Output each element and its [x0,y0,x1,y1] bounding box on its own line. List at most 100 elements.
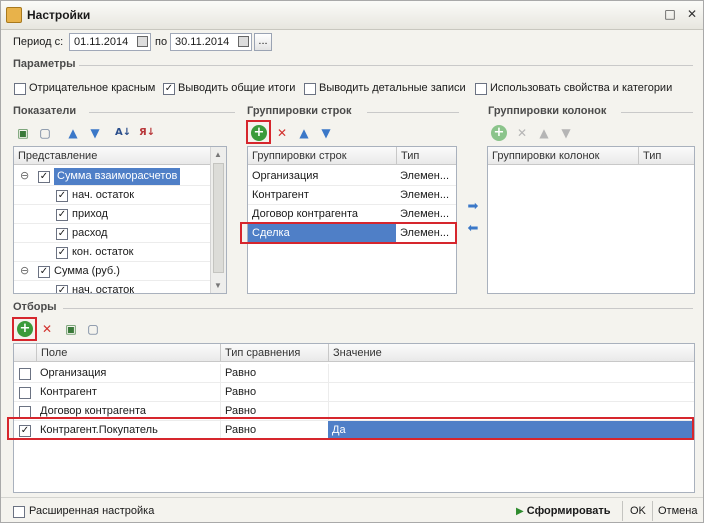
highlight-frame [7,417,694,440]
row-checkbox[interactable]: ✓ [56,209,68,221]
period-from-label: Период с: [13,36,64,48]
uncheck-all-icon[interactable]: ▢ [37,125,53,141]
uncheck-all-icon[interactable]: ▢ [85,321,101,337]
group-name-cell: Организация [252,170,319,182]
tree-item-label: нач. остаток [72,284,135,294]
table-row[interactable]: Организация Равно [14,364,694,383]
tree-row[interactable]: ✓ расход [14,224,210,243]
scroll-up-icon[interactable]: ▲ [214,150,222,159]
title-bar: Настройки □ ✕ [1,1,703,30]
scrollbar[interactable]: ▲ ▼ [210,147,226,293]
column-header: Тип [396,147,456,165]
table-row[interactable]: Контрагент Элемен... [248,186,456,205]
add-col-group-icon[interactable]: + [491,125,507,141]
move-down-icon[interactable]: ▼ [318,125,334,141]
sort-ascending-icon[interactable]: А↓ [115,125,131,141]
column-header: Группировки колонок [488,147,638,165]
generate-button[interactable]: ▶ Сформировать [516,503,611,519]
filter-use-checkbox[interactable] [19,368,31,380]
move-down-icon[interactable]: ▼ [87,125,103,141]
scroll-thumb[interactable] [213,163,224,273]
column-header: Значение [328,344,694,362]
use-properties-checkbox[interactable] [475,83,487,95]
row-checkbox[interactable]: ✓ [38,266,50,278]
advanced-settings-checkbox[interactable] [13,506,25,518]
sort-descending-icon[interactable]: Я↓ [139,125,155,141]
tree-row[interactable]: ⊖ ✓ Сумма взаиморасчетов [14,167,210,186]
check-all-icon[interactable]: ▣ [15,125,31,141]
col-groups-table: Группировки колонок Тип [487,146,695,294]
calendar-icon[interactable] [137,36,148,47]
group-name-cell: Контрагент [252,189,309,201]
divider [622,501,623,521]
tree-row[interactable]: ✓ нач. остаток [14,281,210,294]
tree-row[interactable]: ✓ кон. остаток [14,243,210,262]
row-checkbox[interactable]: ✓ [56,285,68,293]
cancel-button[interactable]: Отмена [658,505,697,517]
close-window-button[interactable]: ✕ [685,7,699,21]
filter-compare-cell[interactable]: Равно [220,383,328,402]
move-right-icon[interactable]: ➡ [465,199,481,215]
divider [89,112,235,113]
row-groups-table: Группировки строк Тип Организация Элемен… [247,146,457,294]
move-down-icon[interactable]: ▼ [558,125,574,141]
tree-row[interactable]: ✓ приход [14,205,210,224]
period-select-button[interactable]: ... [254,33,272,51]
show-details-checkbox[interactable] [304,83,316,95]
show-details-label: Выводить детальные записи [319,82,466,94]
column-header: Поле [36,344,220,362]
period-from-value: 01.11.2014 [74,36,129,48]
table-row[interactable]: Контрагент Равно [14,383,694,402]
tree-item-label: расход [72,227,108,239]
check-all-icon[interactable]: ▣ [63,321,79,337]
params-section-title: Параметры [13,58,76,70]
app-icon [6,7,22,23]
indicators-tree: Представление ▲ ▼ ⊖ ✓ Сумма взаиморасчет… [13,146,227,294]
filter-value-cell[interactable] [328,364,694,383]
ok-button[interactable]: OK [630,505,646,517]
delete-icon[interactable]: ✕ [39,321,55,337]
move-left-icon[interactable]: ⬅ [465,221,481,237]
divider [79,65,693,66]
delete-icon[interactable]: ✕ [514,125,530,141]
move-up-icon[interactable]: ▲ [65,125,81,141]
row-checkbox[interactable]: ✓ [56,247,68,259]
divider [367,112,459,113]
period-to-label: по [155,36,168,48]
period-from-field[interactable]: 01.11.2014 [69,33,151,51]
highlight-frame [240,222,457,244]
filters-section-title: Отборы [13,301,57,313]
row-checkbox[interactable]: ✓ [56,228,68,240]
tree-row[interactable]: ✓ нач. остаток [14,186,210,205]
divider [652,501,653,521]
play-icon: ▶ [516,506,524,517]
move-up-icon[interactable]: ▲ [296,125,312,141]
move-up-icon[interactable]: ▲ [536,125,552,141]
pin-window-button[interactable]: □ [663,7,677,21]
period-to-field[interactable]: 30.11.2014 [170,33,252,51]
column-header: Тип сравнения [220,344,328,362]
tree-row[interactable]: ⊖ ✓ Сумма (руб.) [14,262,210,281]
filter-use-checkbox[interactable] [19,387,31,399]
calendar-icon[interactable] [238,36,249,47]
filter-value-cell[interactable] [328,383,694,402]
table-row[interactable]: Организация Элемен... [248,167,456,186]
row-checkbox[interactable]: ✓ [38,171,50,183]
tree-item-label: кон. остаток [72,246,134,258]
negative-red-label: Отрицательное красным [29,82,156,94]
negative-red-checkbox[interactable] [14,83,26,95]
tree-item-label: Сумма взаиморасчетов [54,168,181,185]
group-type-cell: Элемен... [400,170,450,182]
advanced-settings-label: Расширенная настройка [29,505,155,517]
delete-icon[interactable]: ✕ [274,125,290,141]
filter-compare-cell[interactable]: Равно [220,364,328,383]
collapse-icon[interactable]: ⊖ [20,166,29,185]
row-checkbox[interactable]: ✓ [56,190,68,202]
col-groups-section-title: Группировки колонок [488,105,607,117]
collapse-icon[interactable]: ⊖ [20,261,29,280]
show-totals-label: Выводить общие итоги [178,82,296,94]
tree-item-label: Сумма (руб.) [54,265,120,277]
generate-label: Сформировать [526,505,611,517]
show-totals-checkbox[interactable]: ✓ [163,83,175,95]
scroll-down-icon[interactable]: ▼ [214,281,222,290]
